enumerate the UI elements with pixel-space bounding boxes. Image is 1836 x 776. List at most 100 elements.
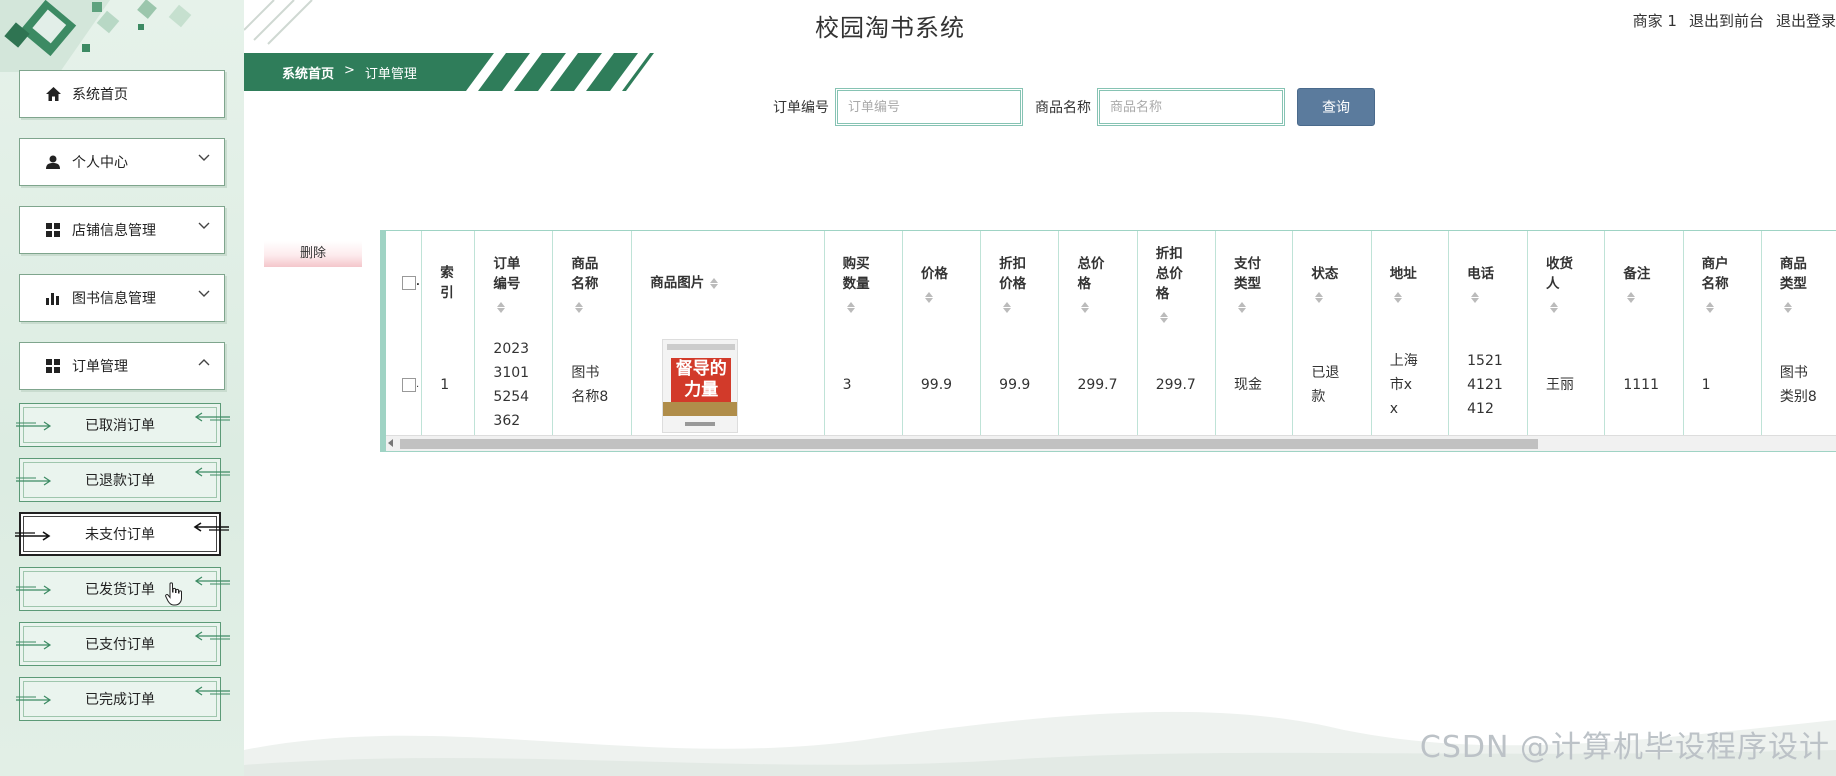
watermark: CSDN @计算机毕设程序设计 [1419, 730, 1830, 765]
arrow-left-icon [194, 631, 230, 641]
col-header-quantity[interactable]: 购买数量 [824, 231, 903, 335]
sort-icon[interactable] [1783, 301, 1820, 313]
sort-icon[interactable] [497, 301, 534, 313]
col-header-merchant-name[interactable]: 商户名称 [1683, 231, 1762, 335]
scrollbar-thumb[interactable] [400, 439, 1538, 449]
submenu-item-refunded-orders[interactable]: 已退款订单 [16, 458, 230, 502]
col-header-product-image[interactable]: 商品图片 [631, 231, 825, 335]
col-header-total-price[interactable]: 总价格 [1058, 231, 1138, 335]
delete-button[interactable]: 删除 [264, 241, 362, 267]
submenu-label: 已发货订单 [85, 582, 155, 598]
cell-price: 99.9 [902, 335, 982, 435]
breadcrumb-current: 订单管理 [364, 67, 417, 82]
arrow-right-icon [16, 585, 52, 595]
chevron-up-icon [198, 359, 210, 366]
col-header-index[interactable]: 索引 [421, 231, 476, 335]
col-header-status[interactable]: 状态 [1292, 231, 1372, 335]
col-header-note[interactable]: 备注 [1604, 231, 1684, 335]
col-header-discount-total[interactable]: 折扣总价格 [1137, 231, 1217, 335]
menu-label: 订单管理 [72, 359, 128, 375]
sort-icon[interactable] [1081, 301, 1118, 313]
arrow-right-icon [16, 476, 52, 486]
submenu-item-cancelled-orders[interactable]: 已取消订单 [16, 403, 230, 447]
sort-icon[interactable] [1550, 301, 1586, 313]
submenu-label: 未支付订单 [85, 527, 155, 543]
sort-icon[interactable] [1003, 301, 1040, 313]
col-header-product-type[interactable]: 商品类型 [1761, 231, 1836, 335]
query-button[interactable]: 查询 [1297, 88, 1375, 126]
col-header-phone[interactable]: 电话 [1448, 231, 1529, 335]
breadcrumb-text: 系统首页 > 订单管理 [282, 63, 417, 82]
select-all-cell: . [386, 231, 423, 335]
arrow-right-icon [15, 531, 51, 541]
product-name-input[interactable] [1097, 88, 1285, 126]
back-to-frontend-link[interactable]: 退出到前台 [1689, 10, 1764, 31]
chevron-down-icon [198, 290, 210, 297]
menu-label: 图书信息管理 [72, 291, 156, 307]
col-header-order-no[interactable]: 订单编号 [474, 231, 554, 335]
menu-item-book-info[interactable]: 图书信息管理 [19, 274, 225, 322]
arrow-left-icon [194, 467, 230, 477]
breadcrumb-separator: > [344, 63, 355, 78]
sort-icon[interactable] [1471, 291, 1509, 303]
horizontal-scrollbar[interactable] [386, 435, 1836, 451]
row-checkbox[interactable] [402, 378, 416, 392]
submenu-label: 已支付订单 [85, 637, 155, 653]
breadcrumb: 系统首页 > 订单管理 [244, 53, 654, 91]
sort-icon[interactable] [924, 291, 962, 303]
col-header-discount-price[interactable]: 折扣价格 [980, 231, 1060, 335]
sort-icon[interactable] [1315, 291, 1352, 303]
sort-icon[interactable] [846, 301, 884, 313]
menu-item-personal-center[interactable]: 个人中心 [19, 138, 225, 186]
book-cover-title: 督导的力量 [671, 358, 732, 402]
order-no-input[interactable] [835, 88, 1023, 126]
col-header-pay-type[interactable]: 支付类型 [1215, 231, 1294, 335]
header-decoration [244, 0, 313, 45]
menu-item-home[interactable]: 系统首页 [19, 70, 225, 118]
sort-icon[interactable] [1159, 311, 1197, 323]
select-all-checkbox[interactable] [402, 276, 416, 290]
sort-icon[interactable] [1627, 291, 1664, 303]
col-header-price[interactable]: 价格 [902, 231, 982, 335]
order-no-label: 订单编号 [773, 100, 829, 116]
grid-icon [44, 357, 62, 375]
col-header-receiver[interactable]: 收货人 [1527, 231, 1606, 335]
cell-product-image: 督导的力量 [631, 335, 825, 435]
arrow-right-icon [16, 695, 52, 705]
sidebar-decoration [0, 0, 192, 72]
book-cover-image[interactable]: 督导的力量 [662, 339, 739, 433]
submenu-label: 已完成订单 [85, 692, 155, 708]
order-table: . 索引 订单编号 商品名称 商品图片 购买数量 价格 折扣价格 总价格 折扣总… [380, 230, 1836, 452]
breadcrumb-home[interactable]: 系统首页 [282, 63, 334, 82]
submenu-item-completed-orders[interactable]: 已完成订单 [16, 677, 230, 721]
row-select-cell: . [386, 335, 423, 435]
home-icon [44, 85, 62, 103]
col-header-address[interactable]: 地址 [1371, 231, 1450, 335]
submenu-item-shipped-orders[interactable]: 已发货订单 [16, 567, 230, 611]
current-user-label: 商家 1 [1632, 12, 1677, 30]
menu-item-order-management[interactable]: 订单管理 [19, 342, 225, 390]
sort-icon[interactable] [575, 301, 613, 313]
sort-icon[interactable] [710, 277, 719, 289]
sort-icon[interactable] [1238, 301, 1274, 313]
submenu-item-paid-orders[interactable]: 已支付订单 [16, 622, 230, 666]
submenu-item-unpaid-orders[interactable]: 未支付订单 [15, 512, 229, 556]
menu-label: 系统首页 [72, 87, 128, 103]
header-links: 商家 1 退出到前台 退出登录 [1633, 10, 1836, 31]
table-row[interactable]: . 1 20233101 5254362 图书名称8 督导的力量 3 99.9 [386, 335, 1836, 435]
arrow-right-icon [16, 421, 52, 431]
scroll-left-icon[interactable] [388, 439, 393, 447]
menu-item-shop-info[interactable]: 店铺信息管理 [19, 206, 225, 254]
cell-total-price: 299.7 [1058, 335, 1138, 435]
arrow-right-icon [16, 640, 52, 650]
sort-icon[interactable] [1705, 301, 1743, 313]
table-header-row: . 索引 订单编号 商品名称 商品图片 购买数量 价格 折扣价格 总价格 折扣总… [386, 231, 1836, 335]
logout-link[interactable]: 退出登录 [1776, 10, 1836, 31]
grid-icon [44, 221, 62, 239]
cell-receiver: 王丽 [1527, 335, 1606, 435]
menu-label: 店铺信息管理 [72, 223, 156, 239]
cell-discount-price: 99.9 [980, 335, 1060, 435]
col-header-product-name[interactable]: 商品名称 [552, 231, 633, 335]
cell-pay-type: 现金 [1215, 335, 1294, 435]
sort-icon[interactable] [1393, 291, 1430, 303]
